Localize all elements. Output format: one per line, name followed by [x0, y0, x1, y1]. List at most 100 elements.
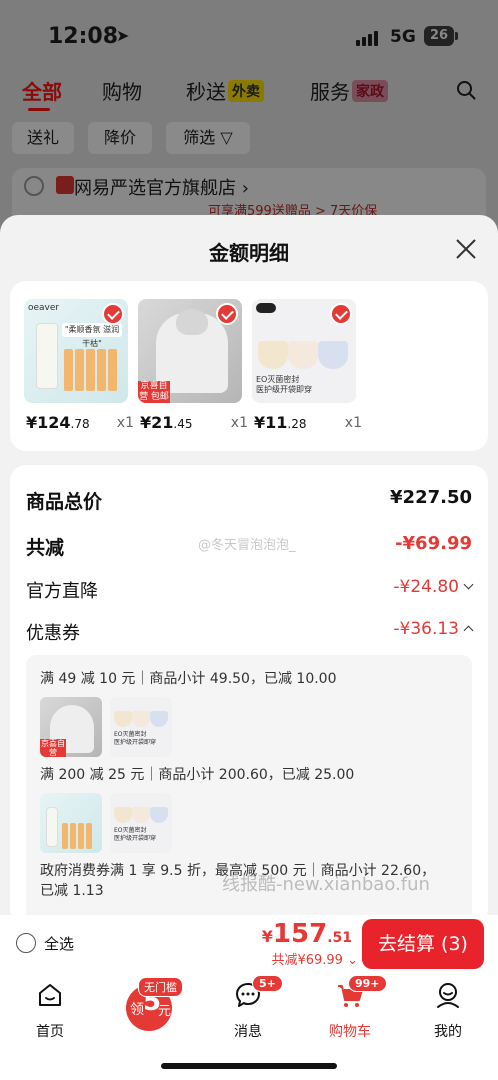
- tab-service-label: 服务: [310, 80, 350, 104]
- coupon-rule-3-cont: 已减 1.13: [40, 883, 104, 899]
- coupon-row[interactable]: 优惠券 -¥36.13: [26, 619, 474, 647]
- product-image-underwear: EO灭菌密封 医护级开袋即穿: [252, 299, 356, 403]
- top-tabs: 全部 购物 秒送 外卖 服务 家政: [0, 76, 498, 111]
- bottom-tab-bar: 首页 领 5 元 无门槛 5+ 消息 99+ 购物车 我的: [0, 973, 498, 1080]
- tab-flash-delivery-label: 秒送: [186, 80, 226, 104]
- store-name-text: 网易严选官方旗舰店: [74, 178, 236, 199]
- hood-shape: [176, 309, 208, 335]
- messages-badge: 5+: [252, 975, 283, 992]
- coupon-prefix: 领: [130, 1002, 144, 1018]
- chevron-down-icon: [463, 579, 474, 590]
- brand-logo: [256, 303, 276, 313]
- total-reduce-label: 共减: [26, 537, 65, 559]
- profile-icon: [437, 983, 459, 1008]
- coupon-rule-2: 满 200 减 25 元｜商品小计 200.60，已减 25.00: [40, 767, 355, 783]
- brief-shape: [150, 711, 168, 727]
- tube-shape: [70, 823, 76, 849]
- checkout-bar: 全选 ¥157.51 共减¥69.99 ⌄ 去结算 (3): [0, 915, 498, 973]
- product-caption: EO灭菌密封 医护级开袋即穿: [114, 827, 157, 842]
- home-icon: [39, 984, 61, 1006]
- close-icon[interactable]: [454, 237, 478, 261]
- brief-shape: [288, 341, 318, 369]
- checkout-total: ¥157.51: [262, 919, 352, 949]
- brief-shape: [132, 807, 150, 823]
- background-app: 12:08 ➤ 5G 26 全部 购物 秒送 外卖 服务 家政 送礼 降价 筛选 ▽…: [0, 0, 498, 240]
- brief-shape: [258, 341, 288, 369]
- filter-price-drop[interactable]: 降价: [88, 122, 152, 154]
- product-qty: x1: [230, 415, 248, 431]
- home-indicator: [161, 1063, 337, 1069]
- product-item[interactable]: EO灭菌密封 医护级开袋即穿 ¥11.28 x1: [252, 299, 364, 435]
- jingxi-tag: 京喜自营 包邮: [138, 381, 170, 403]
- brief-shape: [150, 807, 168, 823]
- price-int: ¥11: [254, 413, 288, 432]
- coupon-unit: 元: [158, 1004, 172, 1019]
- selected-check-icon: [330, 303, 352, 325]
- brief-shape: [114, 711, 132, 727]
- product-caption: EO灭菌密封 医护级开袋即穿: [114, 731, 157, 746]
- store-logo-icon: [56, 176, 74, 194]
- checkout-saved-text: 共减¥69.99: [271, 953, 343, 968]
- official-discount-amount: -¥24.80: [393, 577, 459, 597]
- product-item[interactable]: oeaver "柔顺香氛 滋润干枯" ¥124.78 x1: [24, 299, 136, 435]
- total-price-row: 商品总价 ¥227.50: [26, 487, 472, 515]
- site-watermark: 线报酷-new.xianbao.fun: [222, 874, 430, 895]
- amount-detail-sheet: 金额明细 oeaver "柔顺香氛 滋润干枯" ¥124.78 x1 京喜自营 …: [0, 215, 498, 915]
- coupon-ribbon: 无门槛: [138, 977, 183, 997]
- product-brand: oeaver: [28, 303, 60, 313]
- price-dec: .28: [287, 417, 307, 431]
- cart-badge: 99+: [348, 975, 387, 992]
- summary-card: 商品总价 ¥227.50 共减 -¥69.99 官方直降 -¥24.80 优惠券…: [10, 465, 488, 915]
- filter-button[interactable]: 筛选 ▽: [166, 122, 250, 154]
- product-price-row: ¥21.45 x1: [138, 413, 250, 435]
- product-item[interactable]: 京喜自营 包邮 ¥21.45 x1: [138, 299, 250, 435]
- coupon-value: -¥36.13: [393, 619, 474, 639]
- status-time: 12:08: [48, 24, 119, 49]
- battery-icon: 26: [424, 26, 458, 46]
- brief-shape: [114, 807, 132, 823]
- tab-all[interactable]: 全部: [22, 76, 62, 105]
- product-price: ¥11.28: [254, 413, 307, 432]
- search-icon[interactable]: [456, 80, 476, 100]
- coupon-rule-1: 满 49 减 10 元｜商品小计 49.50，已减 10.00: [40, 671, 337, 687]
- coupon-amount: -¥36.13: [393, 619, 459, 639]
- checkout-saved[interactable]: 共减¥69.99 ⌄: [271, 949, 358, 968]
- tube-shape: [108, 349, 117, 391]
- product-qty: x1: [116, 415, 134, 431]
- select-all-radio[interactable]: [16, 933, 36, 953]
- products-card: oeaver "柔顺香氛 滋润干枯" ¥124.78 x1 京喜自营 包邮 ¥2…: [10, 281, 488, 451]
- tab-service[interactable]: 服务 家政: [310, 76, 388, 105]
- network-label: 5G: [390, 27, 416, 47]
- select-all-label[interactable]: 全选: [44, 933, 74, 954]
- product-image-hoodie: 京喜自营 包邮: [138, 299, 242, 403]
- selected-check-icon: [102, 303, 124, 325]
- product-price: ¥124.78: [26, 413, 90, 432]
- tab-active-indicator: [28, 108, 50, 111]
- filter-gift[interactable]: 送礼: [12, 122, 74, 154]
- tab-shopping[interactable]: 购物: [102, 76, 142, 105]
- tab-flash-delivery[interactable]: 秒送 外卖: [186, 76, 264, 105]
- store-name[interactable]: 网易严选官方旗舰店 ›: [74, 174, 249, 200]
- official-discount-row[interactable]: 官方直降 -¥24.80: [26, 577, 474, 605]
- coupon-label: 优惠券: [26, 623, 80, 644]
- official-discount-label: 官方直降: [26, 581, 98, 602]
- product-caption: EO灭菌密封 医护级开袋即穿: [256, 375, 312, 394]
- official-discount-value: -¥24.80: [393, 577, 474, 597]
- product-price-row: ¥11.28 x1: [252, 413, 364, 435]
- total-reduce-value: -¥69.99: [395, 533, 472, 554]
- nav-messages-label: 消息: [234, 1024, 262, 1040]
- price-dec: .78: [70, 417, 90, 431]
- brief-shape: [318, 341, 348, 369]
- checkout-button[interactable]: 去结算 (3): [362, 919, 484, 969]
- store-select-radio[interactable]: [24, 176, 44, 196]
- coupon-thumb-underwear: EO灭菌密封 医护级开袋即穿: [110, 793, 172, 853]
- tube-shape: [86, 349, 95, 391]
- brief-shape: [132, 711, 150, 727]
- funnel-icon: ▽: [220, 128, 233, 147]
- nav-cart-label: 购物车: [329, 1024, 371, 1040]
- takeout-badge: 外卖: [228, 80, 264, 102]
- user-watermark: @冬天冒泡泡泡_: [198, 538, 296, 553]
- product-price: ¥21.45: [140, 413, 193, 432]
- price-dec: .45: [173, 417, 193, 431]
- filter-row: 送礼 降价 筛选 ▽: [0, 122, 498, 156]
